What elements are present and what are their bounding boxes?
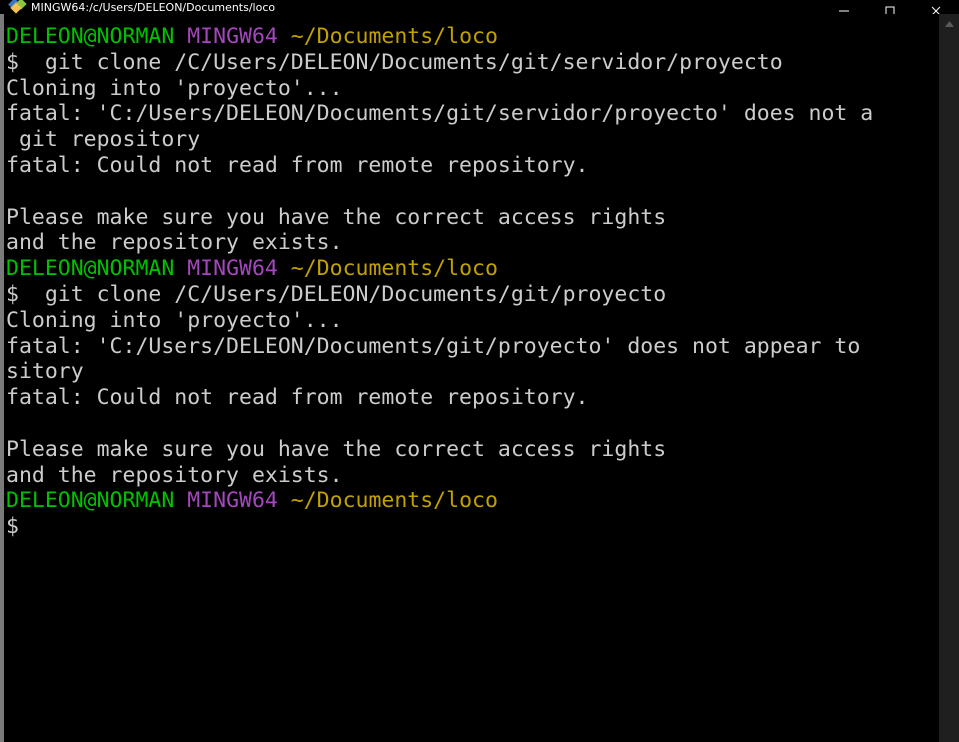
window-title: MINGW64:/c/Users/DELEON/Documents/loco bbox=[31, 1, 276, 14]
title-bar[interactable]: MINGW64:/c/Users/DELEON/Documents/loco bbox=[0, 0, 959, 14]
command-text: $ git clone /C/Users/DELEON/Documents/gi… bbox=[6, 281, 667, 307]
terminal-output-line: Please make sure you have the correct ac… bbox=[4, 437, 938, 463]
output-text: Please make sure you have the correct ac… bbox=[6, 436, 667, 462]
prompt-user-host: DELEON@NORMAN bbox=[6, 488, 175, 514]
terminal-command-line: $ git clone /C/Users/DELEON/Documents/gi… bbox=[4, 50, 938, 76]
scroll-up-arrow-icon[interactable] bbox=[939, 14, 959, 34]
prompt-user-host: DELEON@NORMAN bbox=[6, 24, 175, 49]
prompt-path: ~/Documents/loco bbox=[290, 256, 498, 282]
title-bar-left: MINGW64:/c/Users/DELEON/Documents/loco bbox=[0, 0, 275, 14]
terminal-screen: DELEON@NORMAN MINGW64 ~/Documents/loco $ … bbox=[4, 24, 938, 540]
command-text: $ bbox=[6, 514, 19, 540]
scrollbar-track[interactable] bbox=[938, 34, 959, 742]
minimize-button[interactable] bbox=[821, 0, 867, 14]
terminal-output-line: Cloning into 'proyecto'... bbox=[4, 76, 938, 102]
terminal-output-line: fatal: Could not read from remote reposi… bbox=[4, 153, 938, 179]
output-text: and the repository exists. bbox=[6, 230, 343, 256]
close-button[interactable] bbox=[913, 0, 959, 14]
output-text: Please make sure you have the correct ac… bbox=[6, 204, 667, 230]
terminal-command-line: $ bbox=[4, 514, 938, 540]
output-text: fatal: 'C:/Users/DELEON/Documents/git/se… bbox=[6, 101, 874, 127]
prompt-shell-name: MINGW64 bbox=[187, 256, 278, 282]
maximize-button[interactable] bbox=[867, 0, 913, 14]
terminal-output-line: fatal: Could not read from remote reposi… bbox=[4, 385, 938, 411]
terminal-output-area[interactable]: DELEON@NORMAN MINGW64 ~/Documents/loco $ … bbox=[4, 14, 938, 742]
prompt-path: ~/Documents/loco bbox=[290, 488, 498, 514]
terminal-prompt-line: DELEON@NORMAN MINGW64 ~/Documents/loco bbox=[4, 488, 938, 514]
terminal-output-line: sitory bbox=[4, 359, 938, 385]
output-text: Cloning into 'proyecto'... bbox=[6, 307, 343, 333]
terminal-command-line: $ git clone /C/Users/DELEON/Documents/gi… bbox=[4, 282, 938, 308]
terminal-output-line: Cloning into 'proyecto'... bbox=[4, 308, 938, 334]
window-controls bbox=[821, 0, 959, 14]
terminal-output-line: and the repository exists. bbox=[4, 463, 938, 489]
terminal-output-line: and the repository exists. bbox=[4, 230, 938, 256]
git-bash-icon bbox=[8, 0, 27, 14]
output-text: and the repository exists. bbox=[6, 462, 343, 488]
prompt-shell-name: MINGW64 bbox=[187, 488, 278, 514]
terminal-output-line: fatal: 'C:/Users/DELEON/Documents/git/se… bbox=[4, 101, 938, 127]
output-text: git repository bbox=[6, 127, 201, 153]
terminal-window: MINGW64:/c/Users/DELEON/Documents/loco D… bbox=[0, 0, 959, 742]
prompt-shell-name: MINGW64 bbox=[187, 24, 278, 49]
terminal-prompt-line: DELEON@NORMAN MINGW64 ~/Documents/loco bbox=[4, 256, 938, 282]
terminal-output-line: Please make sure you have the correct ac… bbox=[4, 205, 938, 231]
terminal-prompt-line: DELEON@NORMAN MINGW64 ~/Documents/loco bbox=[4, 24, 938, 50]
prompt-path: ~/Documents/loco bbox=[290, 24, 498, 49]
vertical-scrollbar[interactable] bbox=[938, 14, 959, 742]
prompt-user-host: DELEON@NORMAN bbox=[6, 256, 175, 282]
output-text: fatal: Could not read from remote reposi… bbox=[6, 385, 589, 411]
output-text: fatal: 'C:/Users/DELEON/Documents/git/pr… bbox=[6, 333, 861, 359]
terminal-output-line: git repository bbox=[4, 127, 938, 153]
output-text: sitory bbox=[6, 359, 84, 385]
command-text: $ git clone /C/Users/DELEON/Documents/gi… bbox=[6, 49, 783, 75]
output-text: Cloning into 'proyecto'... bbox=[6, 75, 343, 101]
output-text: fatal: Could not read from remote reposi… bbox=[6, 152, 589, 178]
window-body: DELEON@NORMAN MINGW64 ~/Documents/loco $ … bbox=[0, 14, 959, 742]
terminal-output-line: fatal: 'C:/Users/DELEON/Documents/git/pr… bbox=[4, 334, 938, 360]
